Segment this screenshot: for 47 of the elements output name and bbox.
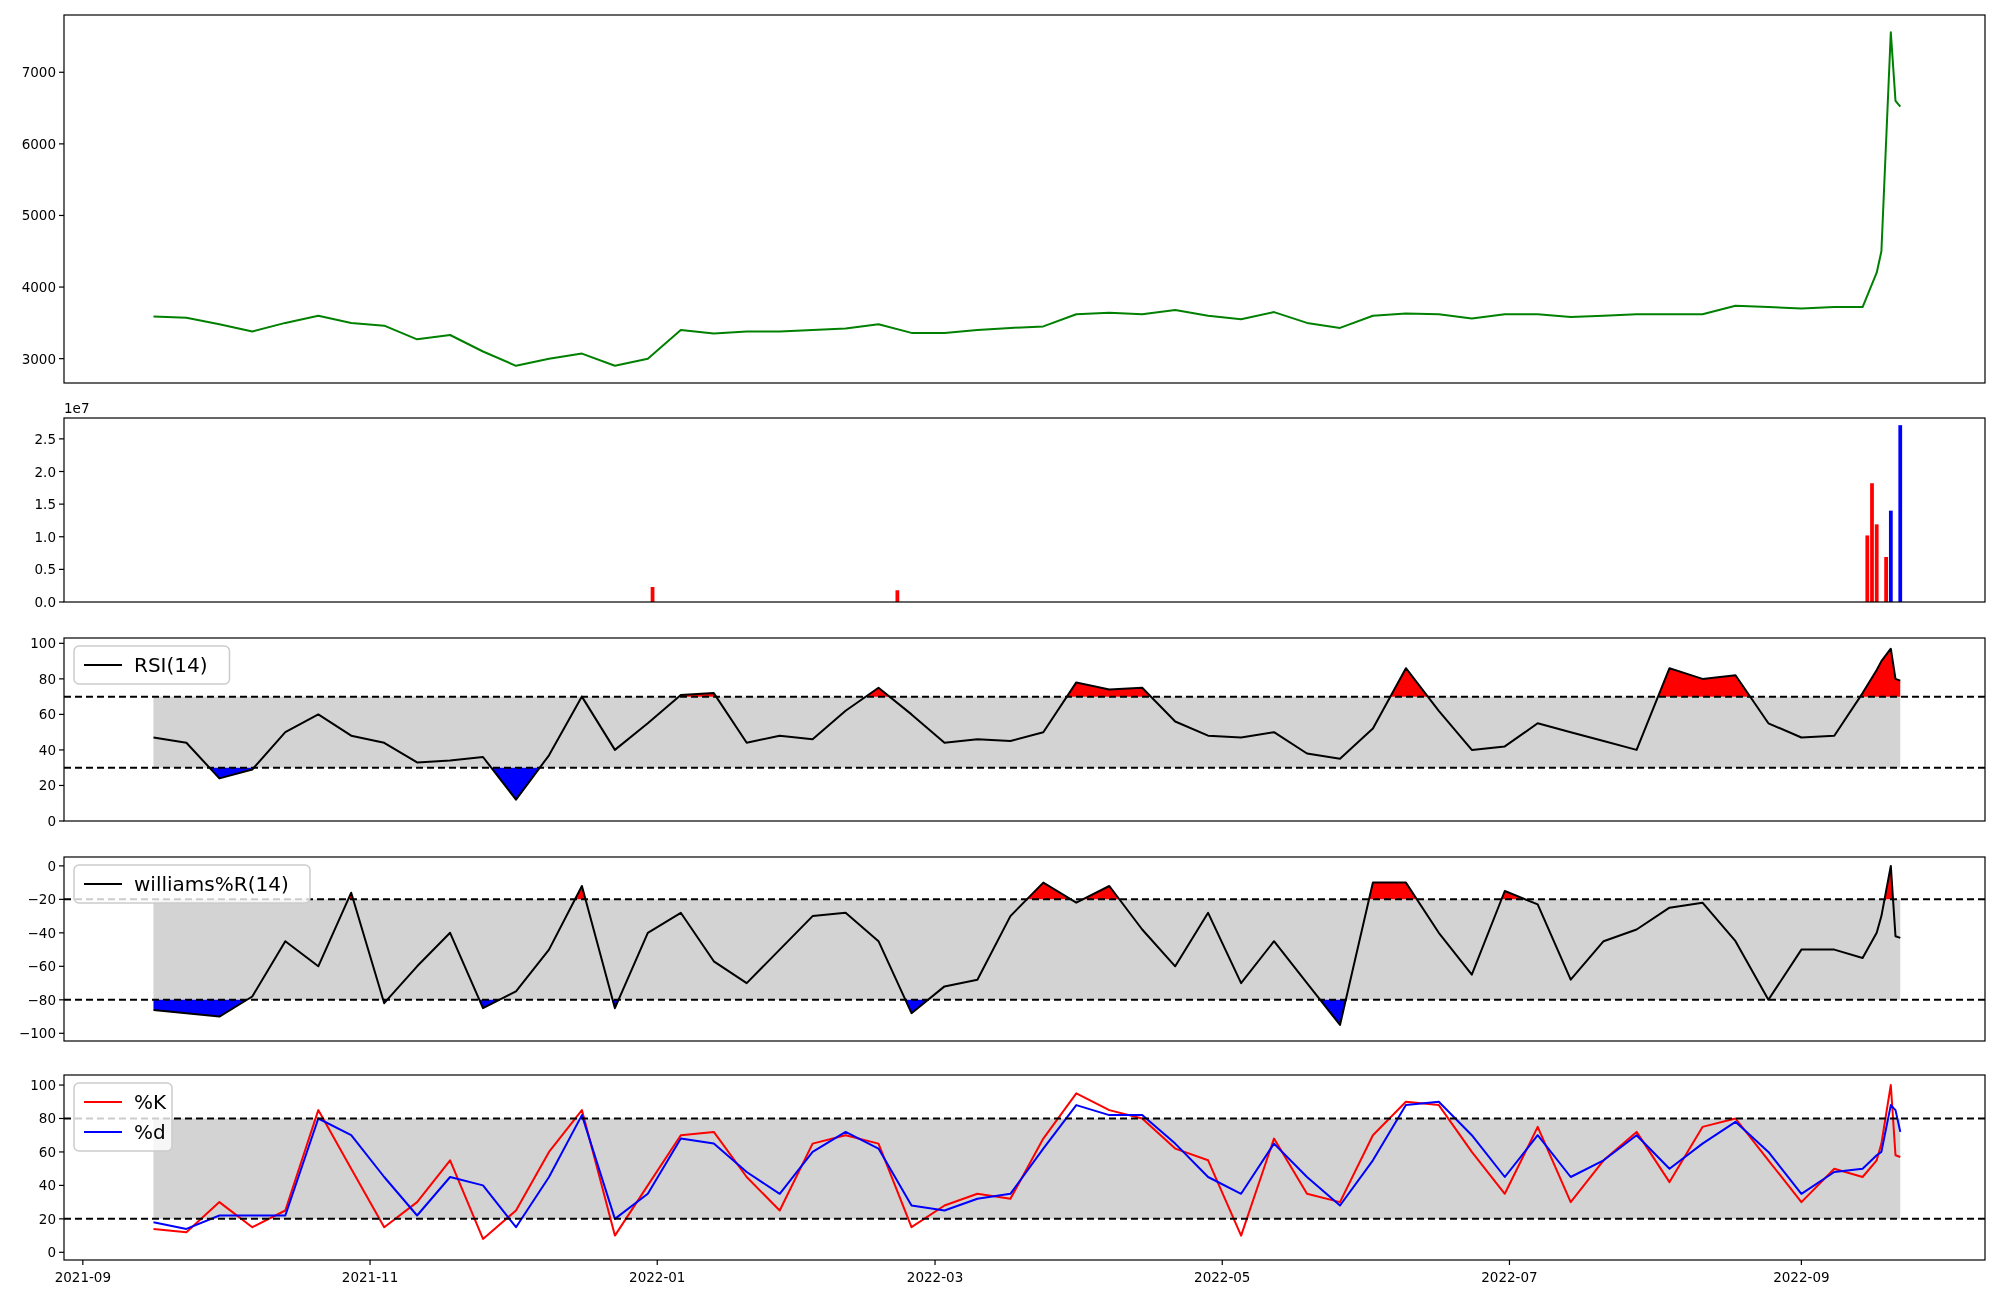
legend-label: %K bbox=[134, 1090, 167, 1114]
axis-tick-label: 100 bbox=[30, 635, 56, 652]
axis-tick-label: 1.0 bbox=[34, 528, 56, 545]
axis-tick-label: 2022-09 bbox=[1773, 1269, 1830, 1285]
axis-tick-label: −60 bbox=[27, 958, 56, 975]
axis-tick-label: 2022-01 bbox=[629, 1269, 686, 1285]
volume-bar bbox=[895, 590, 900, 602]
axis-tick-label: 0 bbox=[47, 1244, 56, 1261]
legend-line-icon bbox=[83, 883, 123, 885]
volume-bar bbox=[650, 587, 655, 602]
legend-line-icon bbox=[83, 664, 123, 666]
axis-tick-label: 1.5 bbox=[34, 496, 56, 513]
axis-tick-label: 20 bbox=[38, 777, 56, 794]
axis-tick-label: 0.0 bbox=[34, 594, 56, 610]
axis-tick-label: 2.0 bbox=[34, 463, 56, 480]
legend-label: %d bbox=[134, 1120, 166, 1144]
axis-tick-label: 2022-05 bbox=[1194, 1269, 1251, 1285]
axis-tick-label: 3000 bbox=[21, 350, 56, 367]
axis-tick-label: 20 bbox=[38, 1210, 56, 1227]
axis-tick-label: 0 bbox=[47, 813, 56, 829]
legend-line-icon bbox=[83, 1131, 123, 1133]
axis-tick-label: −100 bbox=[18, 1025, 56, 1042]
legend-label: williams%R(14) bbox=[134, 872, 289, 896]
axis-tick-label: 2022-07 bbox=[1481, 1269, 1538, 1285]
axis-tick-label: −80 bbox=[27, 991, 56, 1008]
axis-tick-label: 60 bbox=[38, 1143, 56, 1160]
legend-label: RSI(14) bbox=[134, 653, 208, 677]
axis-offset-label: 1e7 bbox=[64, 400, 90, 416]
axis-tick-label: 2022-03 bbox=[906, 1269, 964, 1285]
axis-tick-label: 0.5 bbox=[34, 561, 56, 578]
axis-tick-label: 100 bbox=[30, 1077, 56, 1094]
axis-tick-label: 4000 bbox=[21, 279, 56, 296]
axis-tick-label: 2021-09 bbox=[54, 1269, 112, 1285]
axis-tick-label: 7000 bbox=[21, 64, 56, 81]
axis-tick-label: 0 bbox=[47, 857, 56, 874]
legend-line-icon bbox=[83, 1101, 123, 1103]
axis-tick-label: −20 bbox=[27, 891, 56, 908]
axis-tick-label: 80 bbox=[38, 1110, 56, 1127]
axis-tick-label: 80 bbox=[38, 670, 56, 687]
axis-tick-label: 40 bbox=[38, 1177, 56, 1194]
axis-tick-label: 2.5 bbox=[34, 430, 56, 447]
axis-tick-label: 2021-11 bbox=[341, 1269, 399, 1285]
axis-tick-label: 5000 bbox=[21, 207, 56, 224]
axis-tick-label: 6000 bbox=[21, 135, 56, 152]
axis-tick-label: −40 bbox=[27, 924, 56, 941]
axis-tick-label: 40 bbox=[38, 741, 56, 758]
axis-tick-label: 60 bbox=[38, 706, 56, 723]
